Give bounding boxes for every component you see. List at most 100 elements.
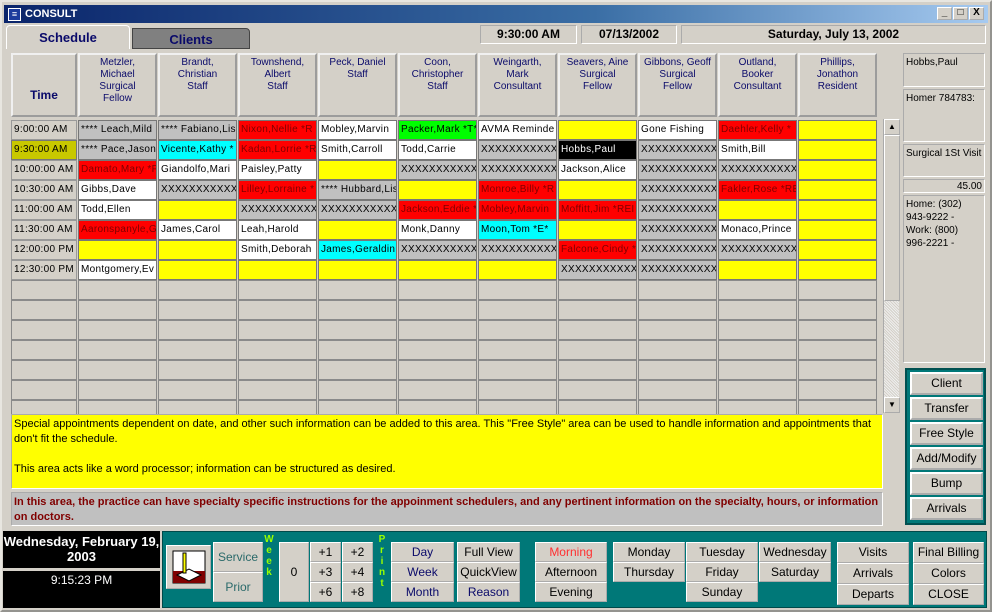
appointment-slot[interactable]: Mobley,Marvin [318,120,397,140]
sunday-button[interactable]: Sunday [686,582,758,602]
tuesday-button[interactable]: Tuesday [686,542,758,562]
arrivals-button[interactable]: Arrivals [837,563,909,584]
appointment-slot[interactable]: Montgomery,Ev [78,260,157,280]
week-offset-button[interactable]: +8 [342,582,373,602]
blocked-slot[interactable]: XXXXXXXXXXX [638,160,717,180]
appointment-slot[interactable]: James,Carol [158,220,237,240]
provider-header[interactable]: Brandt, Christian Staff [158,53,237,117]
provider-header[interactable]: Weingarth, Mark Consultant [478,53,557,117]
monday-button[interactable]: Monday [613,542,685,562]
provider-header[interactable]: Townshend, Albert Staff [238,53,317,117]
time-slot-label[interactable]: 11:00:00 AM [11,200,77,220]
add-modify-button[interactable]: Add/Modify [910,447,983,470]
week-zero-button[interactable]: 0 [279,542,309,602]
blocked-slot[interactable]: XXXXXXXXXXX [318,200,397,220]
appointment-slot[interactable]: Paisley,Patty [238,160,317,180]
time-slot-label[interactable]: 12:00:00 PM [11,240,77,260]
appointment-slot[interactable]: Falcone,Cindy * [558,240,637,260]
appointment-slot[interactable]: Jackson,Alice [558,160,637,180]
print-week-button[interactable]: Week [391,562,454,582]
open-slot[interactable] [318,220,397,240]
open-slot[interactable] [718,200,797,220]
blocked-slot[interactable]: XXXXXXXXXXX [478,140,557,160]
appointment-slot[interactable]: AVMA Reminde [478,120,557,140]
blocked-slot[interactable]: XXXXXXXXXXX [638,240,717,260]
week-offset-button[interactable]: +1 [310,542,341,562]
appointment-slot[interactable]: Leah,Harold [238,220,317,240]
free-style-area[interactable]: Special appointments dependent on date, … [11,414,883,489]
appointment-slot[interactable]: Todd,Carrie [398,140,477,160]
appointment-slot[interactable]: Aaronspanyle,G [78,220,157,240]
appointment-slot[interactable]: Mobley,Marvin [478,200,557,220]
time-slot-label[interactable]: 10:30:00 AM [11,180,77,200]
open-slot[interactable] [318,260,397,280]
open-slot[interactable] [158,240,237,260]
appointment-slot[interactable]: Monk,Danny [398,220,477,240]
appointment-slot[interactable]: **** Hubbard,Lis [318,180,397,200]
departs-button[interactable]: Departs [837,584,909,605]
time-slot-label[interactable]: 12:30:00 PM [11,260,77,280]
appointment-slot[interactable]: Damato,Mary *F [78,160,157,180]
open-slot[interactable] [718,260,797,280]
schedule-scrollbar[interactable]: ▲ ▼ [883,119,900,413]
afternoon-button[interactable]: Afternoon [535,562,607,582]
transfer-button[interactable]: Transfer [910,397,983,420]
appointment-slot[interactable]: Vicente,Kathy * [158,140,237,160]
evening-button[interactable]: Evening [535,582,607,602]
specialty-instructions[interactable]: In this area, the practice can have spec… [11,492,883,526]
provider-header[interactable]: Metzler, Michael Surgical Fellow [78,53,157,117]
free-style-button[interactable]: Free Style [910,422,983,445]
tab-clients[interactable]: Clients [132,28,250,49]
appointment-slot[interactable]: Kadan,Lorrie *R [238,140,317,160]
appointment-slot[interactable]: James,Geraldin [318,240,397,260]
week-offset-button[interactable]: +2 [342,542,373,562]
client-button[interactable]: Client [910,372,983,395]
minimize-button[interactable]: _ [937,7,952,20]
tab-schedule[interactable]: Schedule [6,25,130,49]
appointment-slot[interactable]: Hobbs,Paul [558,140,637,160]
provider-header[interactable]: Phillips, Jonathon Resident [798,53,877,117]
appointment-slot[interactable]: Moffitt,Jim *REI [558,200,637,220]
morning-button[interactable]: Morning [535,542,607,562]
print-day-button[interactable]: Day [391,542,454,562]
appointment-slot[interactable]: Gone Fishing [638,120,717,140]
blocked-slot[interactable]: XXXXXXXXXXX [238,200,317,220]
close-window-button[interactable]: X [969,7,984,20]
wednesday-button[interactable]: Wednesday [759,542,831,562]
open-slot[interactable] [798,160,877,180]
open-slot[interactable] [798,200,877,220]
provider-header[interactable]: Outland, Booker Consultant [718,53,797,117]
open-slot[interactable] [478,260,557,280]
open-slot[interactable] [798,260,877,280]
client-phones[interactable]: Home: (302) 943-9222 - Work: (800) 996-2… [903,195,985,363]
open-slot[interactable] [558,220,637,240]
appointment-slot[interactable]: Giandolfo,Mari [158,160,237,180]
blocked-slot[interactable]: XXXXXXXXXXX [158,180,237,200]
prior-button[interactable]: Prior [213,572,263,602]
appointment-slot[interactable]: Smith,Deborah [238,240,317,260]
print-month-button[interactable]: Month [391,582,454,602]
reason-button[interactable]: Reason [457,582,520,602]
scroll-down-icon[interactable]: ▼ [884,397,900,413]
open-slot[interactable] [558,120,637,140]
blocked-slot[interactable]: XXXXXXXXXXX [638,140,717,160]
appointment-slot[interactable]: Daehler,Kelly * [718,120,797,140]
blocked-slot[interactable]: XXXXXXXXXXX [478,160,557,180]
final-billing-button[interactable]: Final Billing [913,542,984,563]
blocked-slot[interactable]: XXXXXXXXXXX [638,220,717,240]
blocked-slot[interactable]: XXXXXXXXXXX [638,260,717,280]
arrivals-button[interactable]: Arrivals [910,497,983,520]
appointment-slot[interactable]: Smith,Bill [718,140,797,160]
time-slot-label[interactable]: 10:00:00 AM [11,160,77,180]
blocked-slot[interactable]: XXXXXXXXXXX [398,160,477,180]
maximize-button[interactable]: □ [953,7,968,20]
appointment-slot[interactable]: **** Pace,Jason [78,140,157,160]
provider-header[interactable]: Peck, Daniel Staff [318,53,397,117]
time-slot-label[interactable]: 11:30:00 AM [11,220,77,240]
time-slot-label[interactable]: 9:00:00 AM [11,120,77,140]
full-view-button[interactable]: Full View [457,542,520,562]
open-slot[interactable] [78,240,157,260]
week-offset-button[interactable]: +3 [310,562,341,582]
appointment-slot[interactable]: Packer,Mark *T* [398,120,477,140]
appointment-slot[interactable]: Smith,Carroll [318,140,397,160]
